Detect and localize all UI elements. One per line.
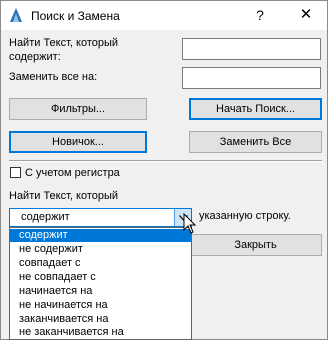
dropdown-option[interactable]: не содержит bbox=[10, 243, 191, 256]
search-replace-dialog: Поиск и Замена ? ✕ Найти Текст, который … bbox=[0, 0, 328, 340]
help-button[interactable]: ? bbox=[251, 5, 269, 25]
close-button[interactable]: Закрыть bbox=[189, 234, 322, 256]
dropdown-option[interactable]: содержит bbox=[10, 229, 191, 242]
filters-button[interactable]: Фильтры... bbox=[9, 98, 147, 120]
dropdown-option[interactable]: начинается на bbox=[10, 285, 191, 298]
start-search-button[interactable]: Начать Поиск... bbox=[189, 98, 322, 120]
replace-all-button[interactable]: Заменить Все bbox=[189, 131, 322, 153]
find-text-which-label: Найти Текст, который bbox=[9, 190, 119, 202]
close-window-button[interactable]: ✕ bbox=[297, 5, 315, 25]
dropdown-option[interactable]: заканчивается на bbox=[10, 313, 191, 326]
newbie-button[interactable]: Новичок... bbox=[9, 131, 147, 153]
replace-input[interactable] bbox=[182, 67, 321, 89]
match-mode-combobox[interactable]: содержит bbox=[9, 208, 192, 227]
window-title: Поиск и Замена bbox=[31, 9, 120, 23]
dropdown-option[interactable]: не совпадает с bbox=[10, 271, 191, 284]
combo-selected-value: содержит bbox=[21, 211, 70, 223]
title-bar[interactable]: Поиск и Замена ? ✕ bbox=[1, 1, 327, 30]
match-mode-dropdown-list: содержит не содержит совпадает с не совп… bbox=[9, 227, 192, 340]
dropdown-option[interactable]: не заканчивается на bbox=[10, 326, 191, 339]
dropdown-option[interactable]: совпадает с bbox=[10, 257, 191, 270]
dropdown-option[interactable]: не начинается на bbox=[10, 299, 191, 312]
case-sensitive-label: С учетом регистра bbox=[25, 167, 120, 179]
find-text-input[interactable] bbox=[182, 38, 321, 60]
app-logo-icon bbox=[10, 8, 22, 22]
mouse-pointer-icon bbox=[183, 213, 197, 234]
case-sensitive-checkbox[interactable] bbox=[10, 167, 21, 178]
replace-label: Заменить все на: bbox=[9, 71, 98, 83]
separator bbox=[9, 160, 322, 162]
combo-suffix-label: указанную строку. bbox=[199, 210, 291, 222]
find-text-label: Найти Текст, который содержит: bbox=[9, 37, 119, 63]
